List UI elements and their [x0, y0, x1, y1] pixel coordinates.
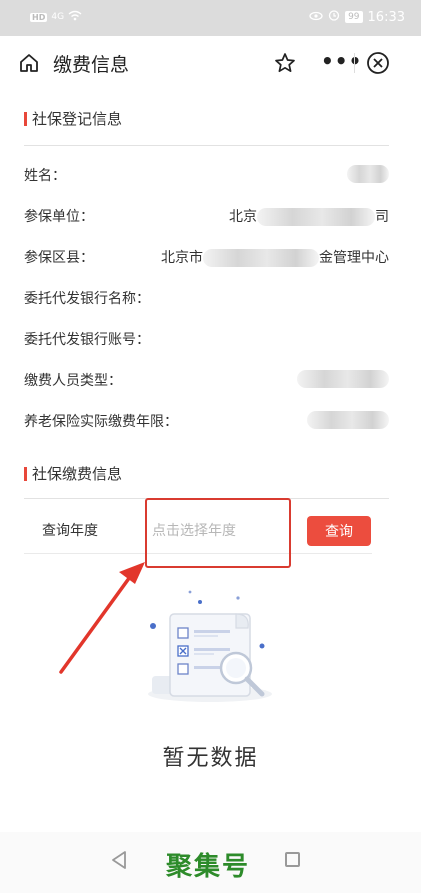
nav-bar: 缴费信息 ••• [0, 36, 421, 90]
row-label: 姓名： [24, 168, 66, 184]
query-button[interactable]: 查询 [307, 516, 371, 546]
row-value [307, 411, 389, 429]
row-value: 北京 司 [229, 206, 389, 226]
empty-state-text: 暂无数据 [162, 746, 259, 771]
section-accent-bar [24, 466, 27, 481]
row-label: 参保单位： [24, 209, 94, 225]
nav-divider [354, 53, 355, 73]
row-personnel-type: 缴费人员类型： [24, 370, 389, 392]
payment-section-title: 社保缴费信息 [24, 463, 122, 484]
status-left: HD 4G [30, 10, 82, 24]
query-year-label: 查询年度 [42, 523, 98, 539]
highlight-box [145, 498, 291, 568]
row-bank-name: 委托代发银行名称： [24, 288, 389, 310]
close-icon[interactable] [366, 51, 390, 75]
redacted-district [203, 249, 319, 267]
row-pension-years: 养老保险实际缴费年限： [24, 411, 389, 433]
value-suffix: 司 [375, 209, 389, 225]
row-employer: 参保单位： 北京 司 [24, 206, 389, 228]
row-district: 参保区县： 北京市 金管理中心 [24, 247, 389, 269]
value-prefix: 北京市 [161, 250, 203, 266]
back-icon[interactable] [110, 850, 128, 874]
redacted-pension-years [307, 411, 389, 429]
payment-section-label: 社保缴费信息 [32, 465, 123, 483]
value-suffix: 金管理中心 [319, 250, 389, 266]
empty-state-illustration [148, 590, 272, 702]
recent-apps-icon[interactable] [285, 852, 300, 867]
battery-indicator: 99 [345, 11, 363, 23]
row-value: 北京市 金管理中心 [161, 247, 389, 267]
clock: 16:33 [367, 9, 405, 25]
home-icon[interactable] [18, 52, 40, 74]
watermark-logo: 聚集号 [166, 852, 251, 882]
more-icon[interactable]: ••• [321, 49, 362, 73]
registration-section-label: 社保登记信息 [32, 110, 123, 128]
row-bank-account: 委托代发银行账号： [24, 329, 389, 351]
row-label: 委托代发银行账号： [24, 332, 150, 348]
status-bar: HD 4G 99 16:33 [0, 0, 421, 36]
wifi-icon [68, 10, 82, 24]
alarm-icon [328, 9, 340, 25]
eye-comfort-icon [309, 10, 323, 25]
row-value [297, 370, 389, 388]
section-divider [24, 145, 389, 146]
signal-indicator: 4G [51, 12, 65, 22]
status-right: 99 16:33 [309, 9, 405, 25]
row-value [347, 165, 389, 183]
row-label: 缴费人员类型： [24, 373, 122, 389]
registration-section-title: 社保登记信息 [24, 108, 122, 129]
section-accent-bar [24, 111, 27, 126]
network-badge: HD [30, 12, 48, 22]
row-label: 养老保险实际缴费年限： [24, 414, 178, 430]
value-prefix: 北京 [229, 209, 257, 225]
row-name: 姓名： [24, 165, 389, 187]
page-title: 缴费信息 [53, 54, 130, 76]
redacted-personnel-type [297, 370, 389, 388]
star-icon[interactable] [273, 51, 297, 75]
row-label: 委托代发银行名称： [24, 291, 150, 307]
redacted-name [347, 165, 389, 183]
row-label: 参保区县： [24, 250, 94, 266]
redacted-employer [257, 208, 375, 226]
